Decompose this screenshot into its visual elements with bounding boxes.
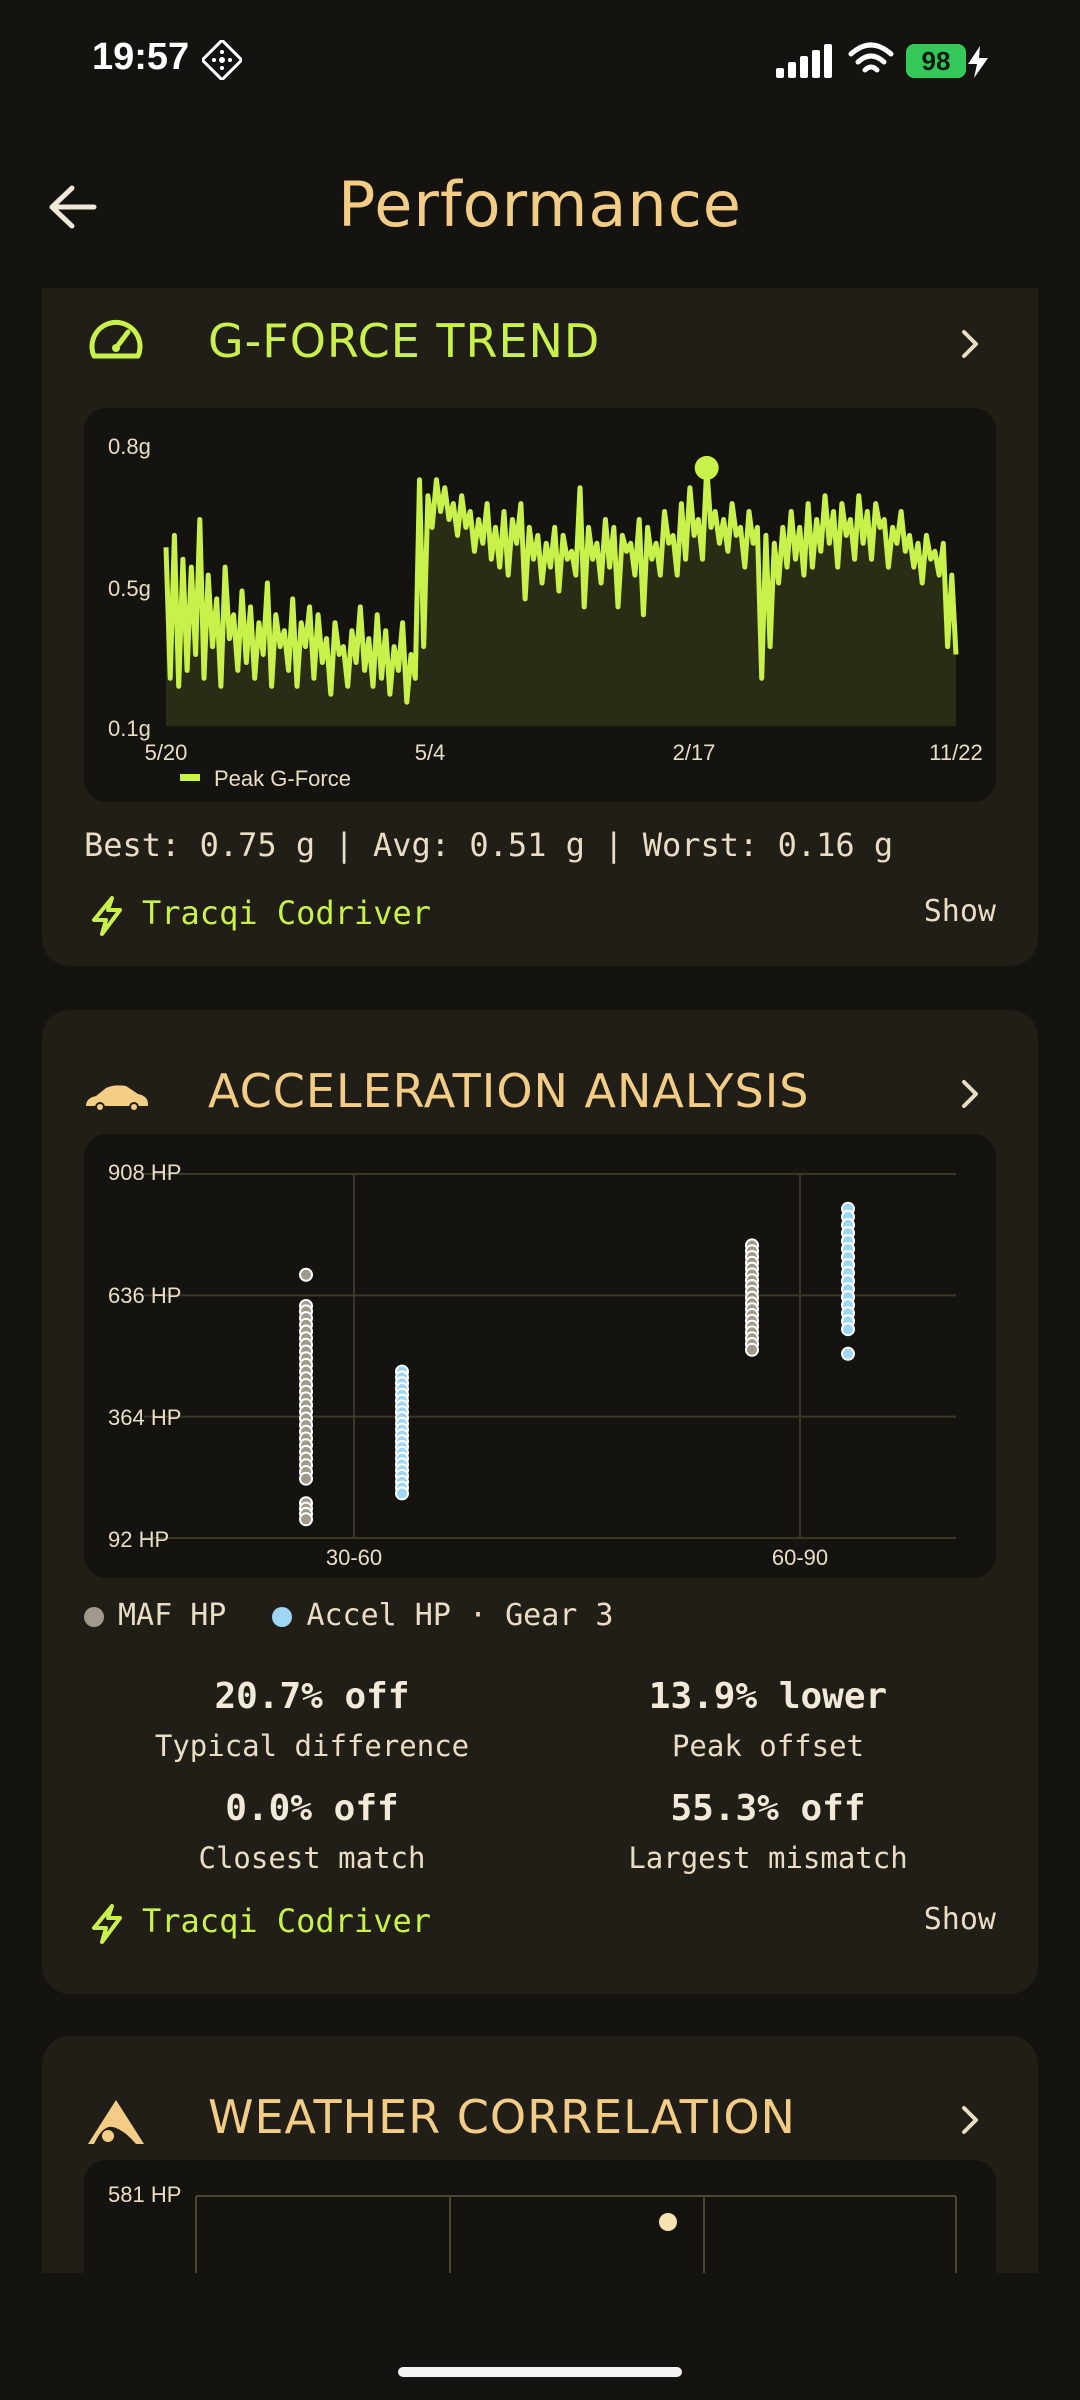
gforce-legend-swatch [180,774,200,781]
codriver-label: Tracqi Codriver [142,1902,431,1940]
maf-hp-point [299,1267,313,1282]
gforce-x-tick: 11/22 [929,740,982,765]
maf-legend-label: MAF HP [118,1598,227,1633]
accel-y-tick: 636 HP [108,1283,181,1308]
gforce-summary: Best: 0.75 g | Avg: 0.51 g | Worst: 0.16… [84,826,894,864]
weather-point [659,2213,677,2231]
stat-typical-difference: 20.7% off Typical difference [84,1676,540,1763]
chevron-right-icon[interactable] [950,324,990,364]
stat-label: Closest match [198,1841,426,1875]
acceleration-card: ACCELERATION ANALYSIS 908 HP 636 HP 364 … [42,1010,1038,1994]
lightning-icon [92,1904,122,1944]
codriver-label: Tracqi Codriver [142,894,431,932]
acceleration-codriver-row[interactable]: Tracqi Codriver Show [84,1896,996,1950]
acceleration-title: ACCELERATION ANALYSIS [208,1064,810,1118]
page-title: Performance [338,168,742,241]
acceleration-grid [144,1173,956,1539]
gforce-card-header[interactable]: G-FORCE TREND [82,304,998,384]
wifi-icon [848,42,894,73]
accel-y-tick: 92 HP [108,1527,169,1552]
accel-y-tick: 908 HP [108,1160,181,1185]
accel-x-tick: 30-60 [326,1545,382,1570]
accel-legend-label: Accel HP · Gear 3 [306,1598,614,1633]
maf-hp-point [299,1471,313,1486]
stat-closest-match: 0.0% off Closest match [84,1788,540,1875]
stat-label: Peak offset [671,1729,865,1763]
gforce-chart: 0.8g 0.5g 0.1g 5/20 5/4 2/17 11/22 Peak … [84,408,996,802]
accel-legend-dot [272,1606,293,1627]
stat-value: 20.7% off [214,1676,410,1717]
maf-legend-dot [84,1606,104,1627]
gforce-peak-marker [694,455,719,480]
stat-value: 0.0% off [225,1788,399,1829]
accel-hp-point [395,1486,409,1501]
accel-hp-point [841,1346,855,1361]
acceleration-legend: MAF HP Accel HP · Gear 3 [84,1598,613,1633]
mountain-sun-icon [88,2100,144,2144]
car-icon [86,1085,148,1112]
stat-value: 13.9% lower [648,1676,888,1717]
weather-chart-svg: 581 HP [108,2182,957,2273]
weather-y-tick: 581 HP [108,2182,181,2207]
battery-level: 98 [906,44,966,78]
acceleration-points [299,1201,855,1527]
maf-hp-point [299,1512,313,1527]
stat-peak-offset: 13.9% lower Peak offset [540,1676,996,1763]
gforce-x-tick: 2/17 [673,740,716,765]
maf-hp-point [745,1342,759,1357]
acceleration-chart: 908 HP 636 HP 364 HP 92 HP 30-60 60-90 [84,1134,996,1578]
chevron-right-icon[interactable] [950,2100,990,2140]
show-button[interactable]: Show [924,894,996,929]
gforce-y-tick: 0.5g [108,576,151,601]
status-bar: 19:57 98 [0,0,1080,120]
gforce-chart-svg: 0.8g 0.5g 0.1g 5/20 5/4 2/17 11/22 Peak … [108,434,983,791]
gforce-x-tick: 5/20 [145,740,188,765]
gforce-area [166,467,956,726]
charging-bolt-icon [968,46,988,78]
top-bar: Performance [0,150,1080,260]
weather-title: WEATHER CORRELATION [208,2090,796,2144]
stat-label: Typical difference [154,1729,470,1763]
status-time: 19:57 [92,36,190,78]
scroll-content[interactable]: G-FORCE TREND 0.8g 0.5g 0.1g 5/20 5/4 2/… [0,288,1080,2273]
weather-card: WEATHER CORRELATION 581 HP [42,2036,1038,2273]
accel-y-tick: 364 HP [108,1405,181,1430]
acceleration-chart-svg: 908 HP 636 HP 364 HP 92 HP 30-60 60-90 [108,1160,956,1570]
lightning-icon [92,896,122,936]
acceleration-card-header[interactable]: ACCELERATION ANALYSIS [82,1054,998,1134]
home-indicator[interactable] [398,2367,682,2377]
stat-value: 55.3% off [670,1788,866,1829]
gforce-codriver-row[interactable]: Tracqi Codriver Show [84,888,996,942]
weather-chart: 581 HP [84,2160,996,2273]
gforce-x-tick: 5/4 [415,740,446,765]
accel-hp-point [841,1322,855,1337]
accel-x-tick: 60-90 [772,1545,828,1570]
show-button[interactable]: Show [924,1902,996,1937]
chevron-right-icon[interactable] [950,1074,990,1114]
gforce-card: G-FORCE TREND 0.8g 0.5g 0.1g 5/20 5/4 2/… [42,288,1038,966]
gforce-legend-label: Peak G-Force [214,766,351,791]
gforce-y-tick: 0.1g [108,716,151,741]
stat-label: Largest mismatch [628,1841,908,1875]
gforce-y-tick: 0.8g [108,434,151,459]
signal-icon [776,44,832,78]
stat-largest-mismatch: 55.3% off Largest mismatch [540,1788,996,1875]
speedometer-icon [89,319,143,359]
gforce-title: G-FORCE TREND [208,314,601,368]
weather-card-header[interactable]: WEATHER CORRELATION [82,2080,998,2160]
nfc-icon [202,40,242,80]
